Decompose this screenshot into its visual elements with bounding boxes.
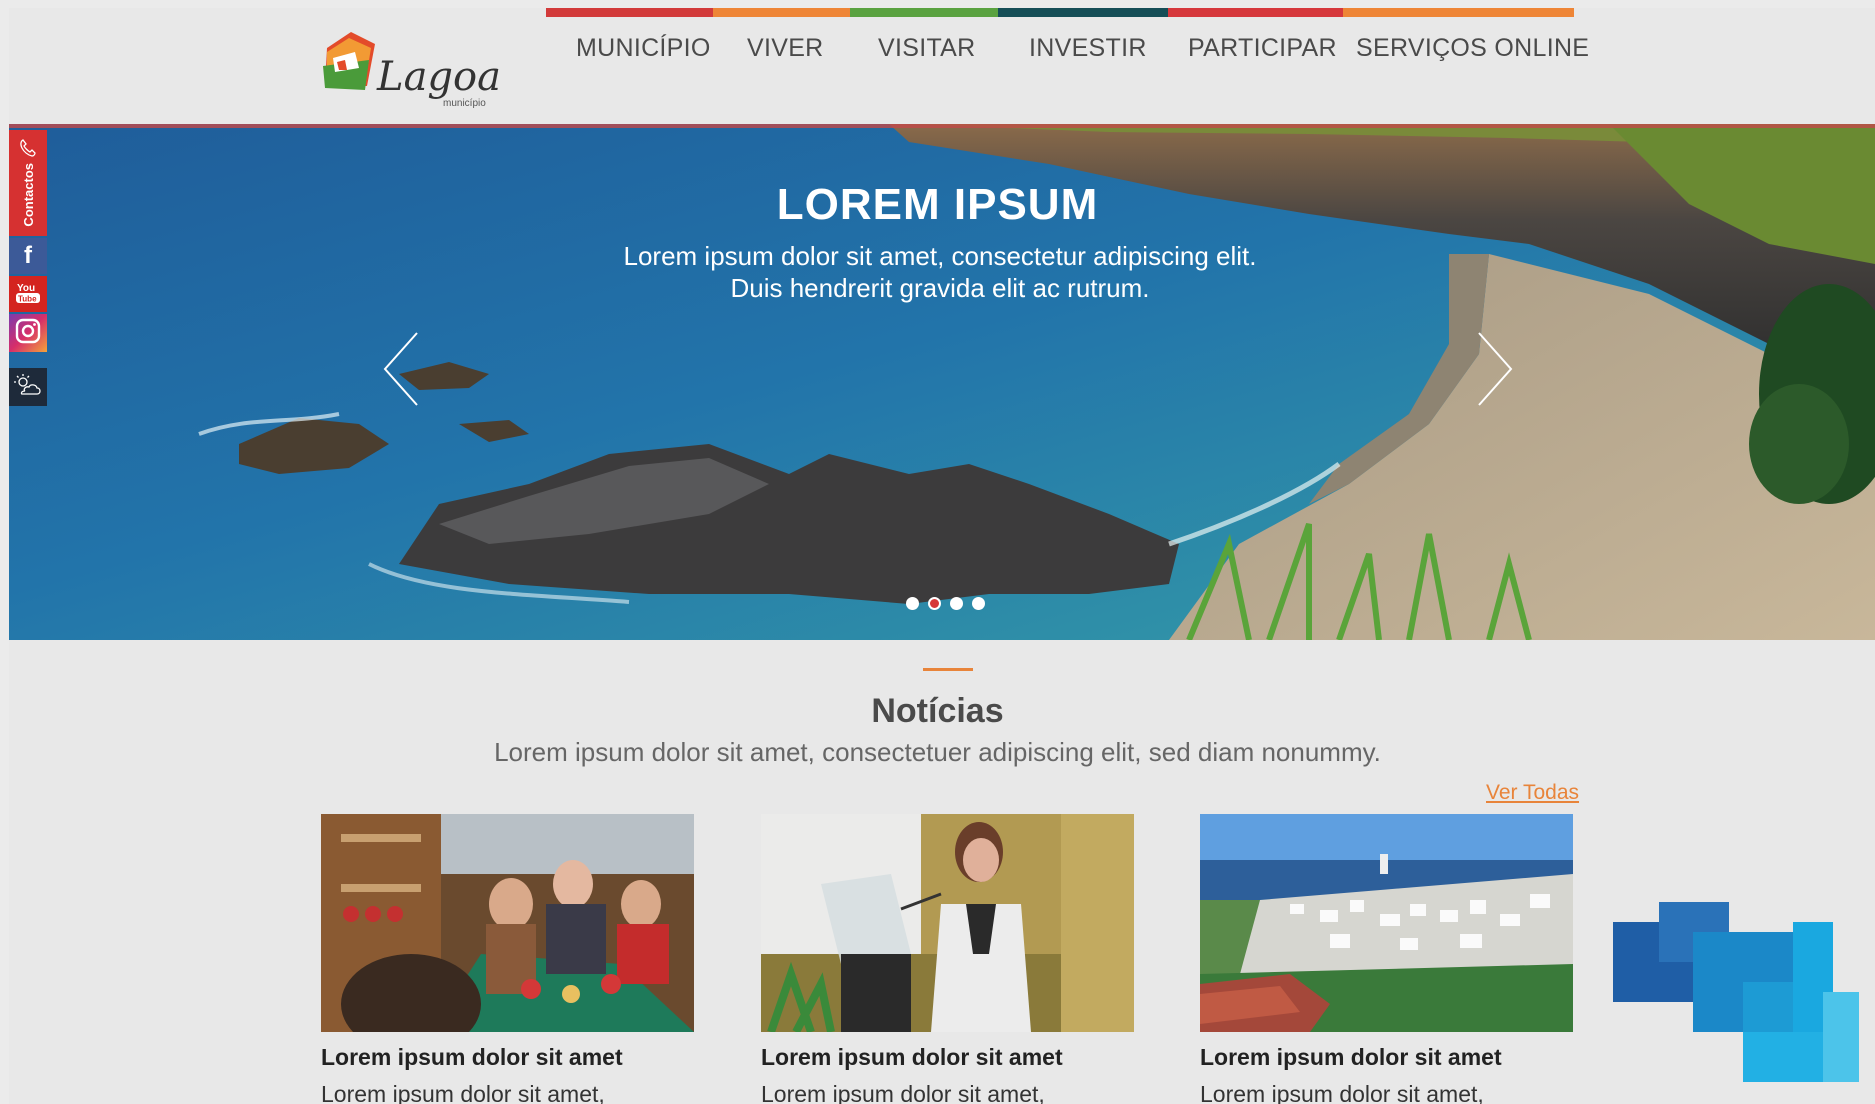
news-card-title[interactable]: Lorem ipsum dolor sit amet xyxy=(321,1044,694,1071)
slider-dot[interactable] xyxy=(972,597,985,610)
page: Lagoa município MUNICÍPIO VIVER VISITAR … xyxy=(9,8,1875,1104)
instagram-icon xyxy=(15,318,41,349)
logo[interactable]: Lagoa município xyxy=(319,28,501,128)
hero-accent-line xyxy=(9,124,1875,128)
news-card-text: Lorem ipsum dolor sit amet, xyxy=(761,1081,1045,1104)
weather-icon xyxy=(13,373,43,402)
hero-title: LOREM IPSUM xyxy=(776,180,1099,229)
facebook-link[interactable]: f xyxy=(9,238,47,274)
news-subtitle: Lorem ipsum dolor sit amet, consectetuer… xyxy=(494,737,1381,767)
slider-dot-active[interactable] xyxy=(928,597,941,610)
decorative-blocks xyxy=(1613,902,1873,1102)
nav-servicos-online[interactable]: SERVIÇOS ONLINE xyxy=(1356,34,1589,63)
nav-investir[interactable]: INVESTIR xyxy=(1029,34,1147,63)
hero-text: Lorem ipsum dolor sit amet, consectetur … xyxy=(623,241,1257,303)
svg-text:You: You xyxy=(17,283,35,294)
nav-municipio[interactable]: MUNICÍPIO xyxy=(576,34,711,63)
news-card[interactable]: Lorem ipsum dolor sit amet Lorem ipsum d… xyxy=(1200,814,1573,1104)
nav-visitar[interactable]: VISITAR xyxy=(878,34,976,63)
news-card[interactable]: Lorem ipsum dolor sit amet Lorem ipsum d… xyxy=(761,814,1134,1104)
news-divider xyxy=(923,668,973,671)
instagram-link[interactable] xyxy=(9,314,47,352)
slider-next-arrow[interactable] xyxy=(1475,329,1515,409)
logo-text: Lagoa xyxy=(376,54,499,100)
slider-dot[interactable] xyxy=(950,597,963,610)
news-card-image[interactable] xyxy=(321,814,694,1032)
news-card-text: Lorem ipsum dolor sit amet, xyxy=(321,1081,605,1104)
slider-dot[interactable] xyxy=(906,597,919,610)
slider-dots xyxy=(906,597,985,610)
phone-icon xyxy=(18,138,38,163)
nav-viver[interactable]: VIVER xyxy=(747,34,824,63)
nav-participar[interactable]: PARTICIPAR xyxy=(1188,34,1337,63)
youtube-link[interactable]: You Tube xyxy=(9,276,47,312)
see-all-news-link[interactable]: Ver Todas xyxy=(1486,781,1579,805)
news-card-title[interactable]: Lorem ipsum dolor sit amet xyxy=(1200,1044,1573,1071)
youtube-icon: You Tube xyxy=(15,280,41,309)
news-card-title[interactable]: Lorem ipsum dolor sit amet xyxy=(761,1044,1134,1071)
nav-color-bar xyxy=(546,8,1574,17)
main-nav: MUNICÍPIO VIVER VISITAR INVESTIR PARTICI… xyxy=(546,34,1589,74)
news-card-image[interactable] xyxy=(1200,814,1573,1032)
logo-subtext: município xyxy=(443,98,486,109)
weather-link[interactable] xyxy=(9,368,47,406)
news-card[interactable]: Lorem ipsum dolor sit amet Lorem ipsum d… xyxy=(321,814,694,1104)
facebook-icon: f xyxy=(24,242,32,269)
news-card-image[interactable] xyxy=(761,814,1134,1032)
news-card-text: Lorem ipsum dolor sit amet, xyxy=(1200,1081,1484,1104)
slider-prev-arrow[interactable] xyxy=(381,329,421,409)
news-title: Notícias xyxy=(871,692,1004,730)
svg-text:Tube: Tube xyxy=(18,294,37,303)
